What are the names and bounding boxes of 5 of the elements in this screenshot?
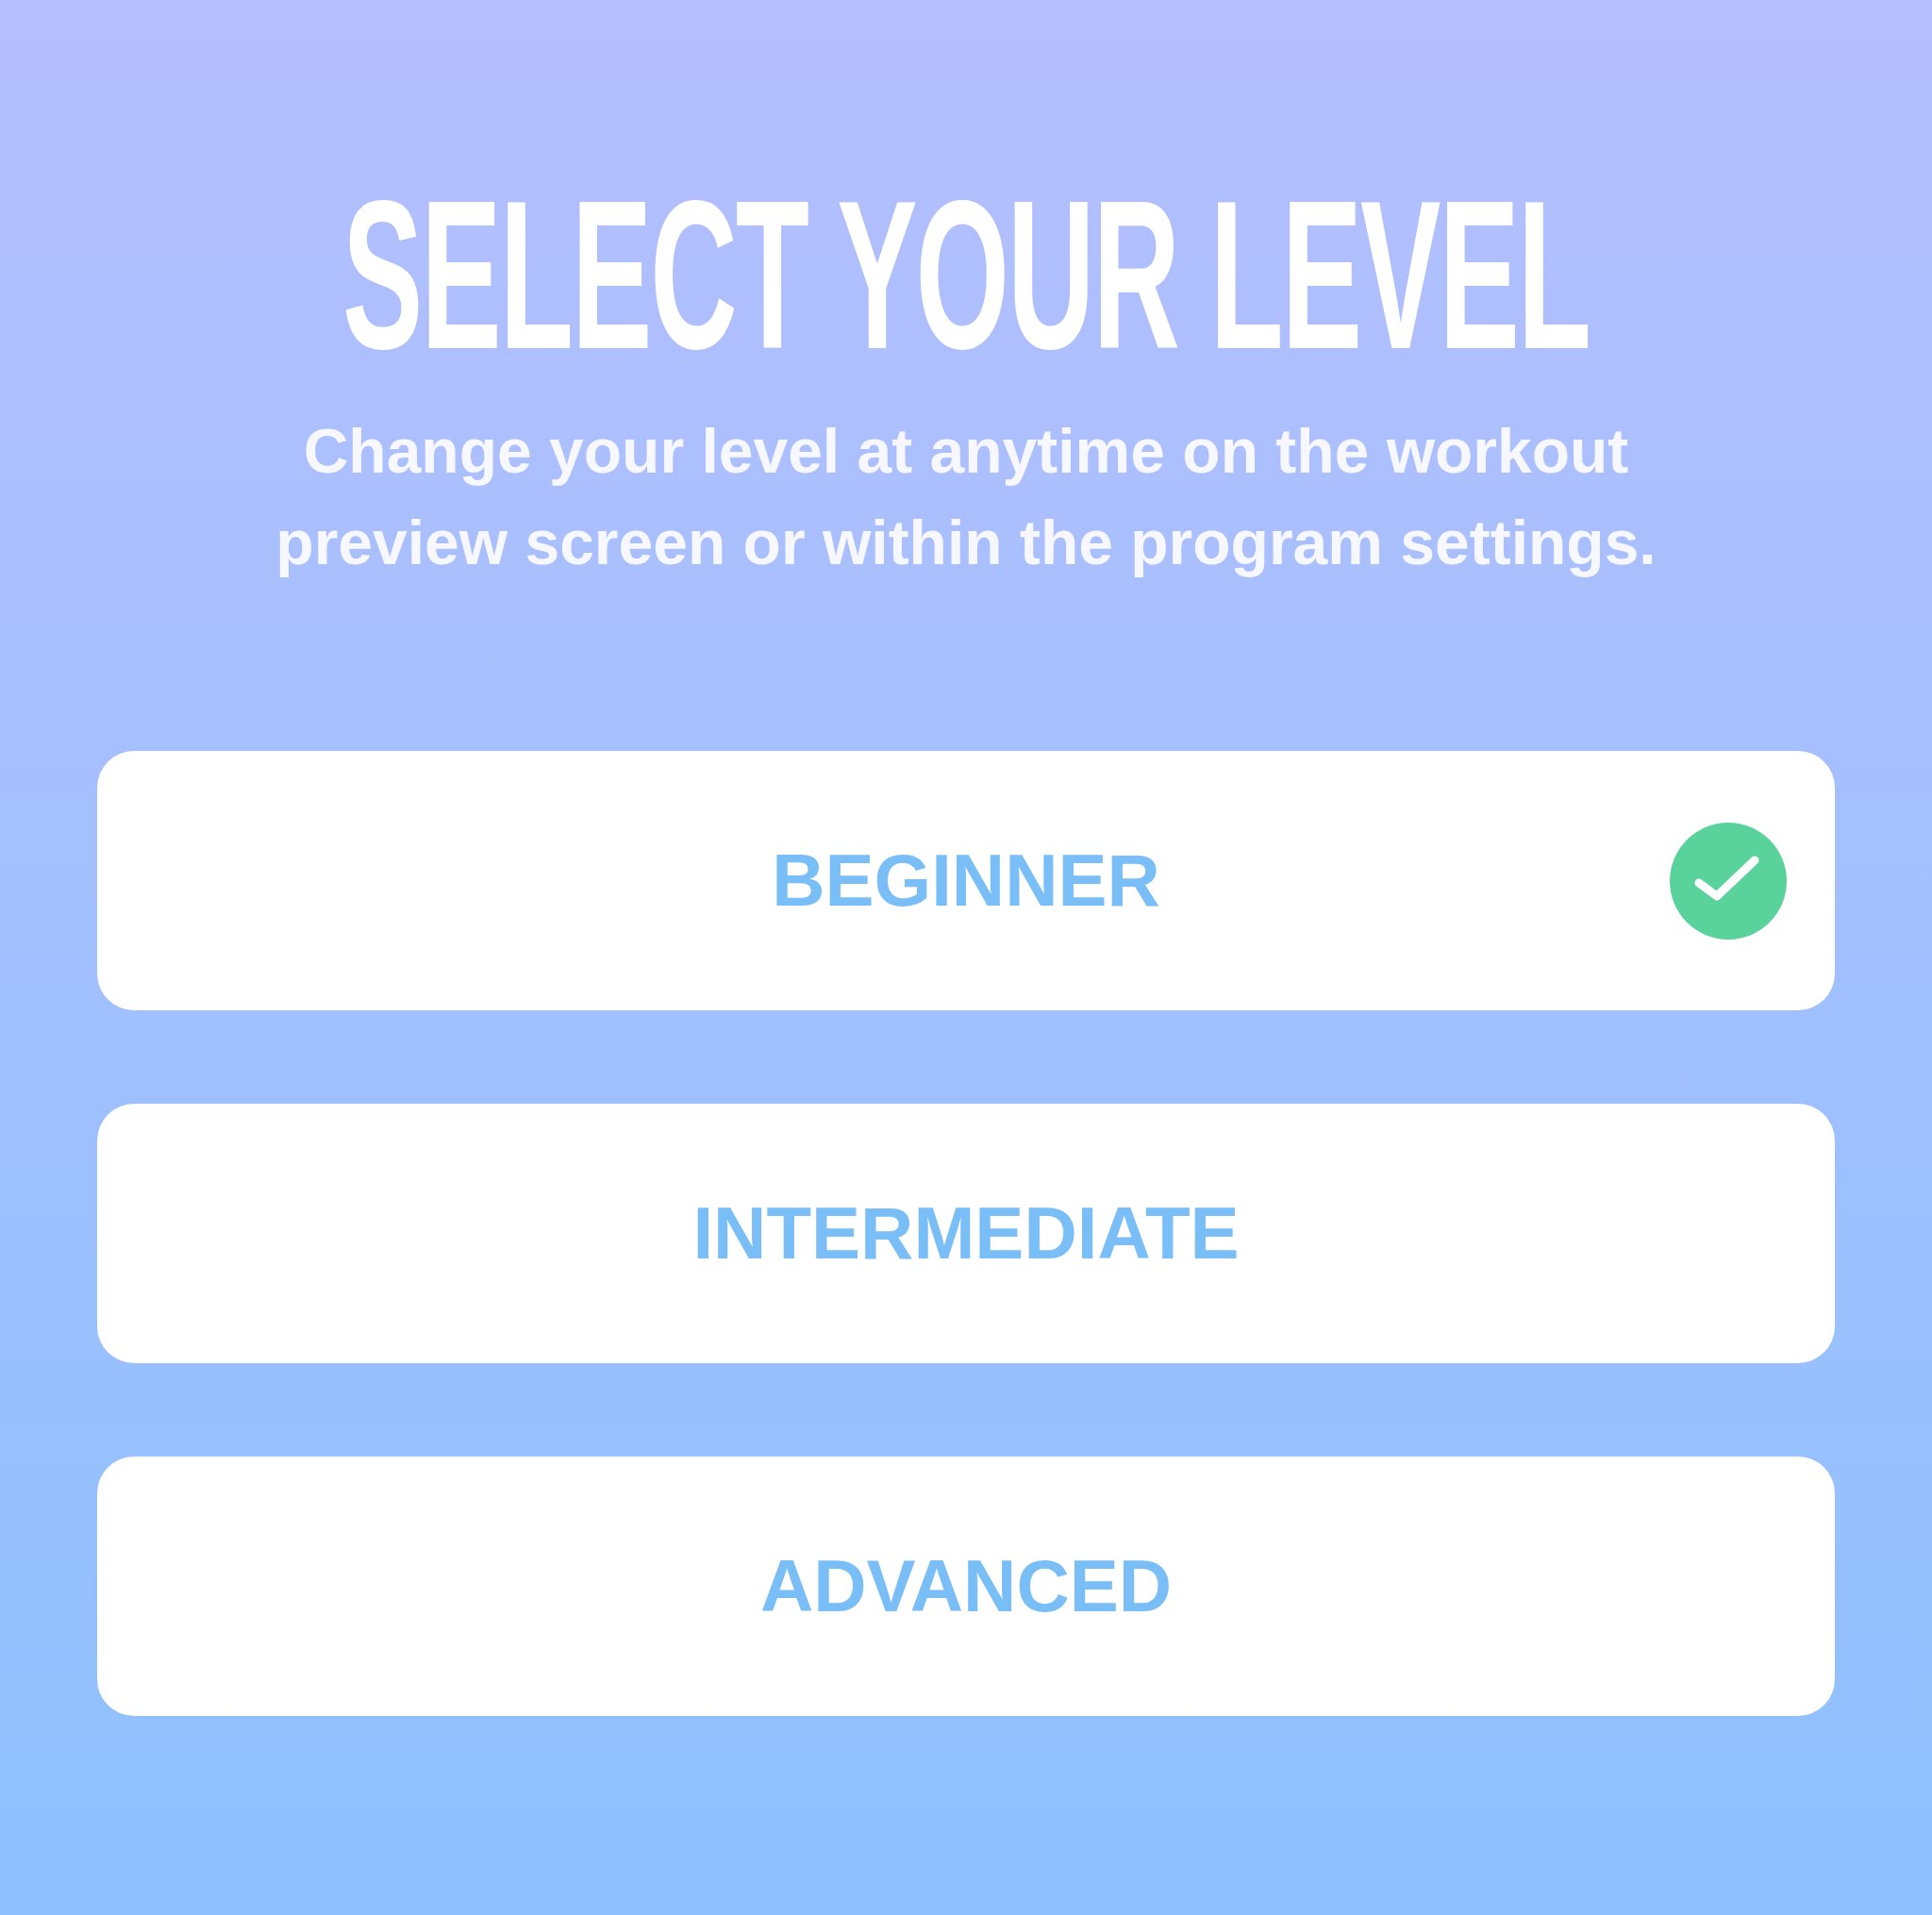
level-option-button[interactable]: INTERMEDIATE — [97, 1104, 1835, 1363]
level-option-button[interactable]: BEGINNER — [97, 751, 1835, 1010]
subtitle-text: Change your level at anytime on the workout preview screen or within the program settings. — [275, 415, 1657, 579]
screen-title: SELECT YOUR LEVEL — [341, 170, 1591, 381]
level-option-button[interactable]: ADVANCED — [97, 1457, 1835, 1716]
